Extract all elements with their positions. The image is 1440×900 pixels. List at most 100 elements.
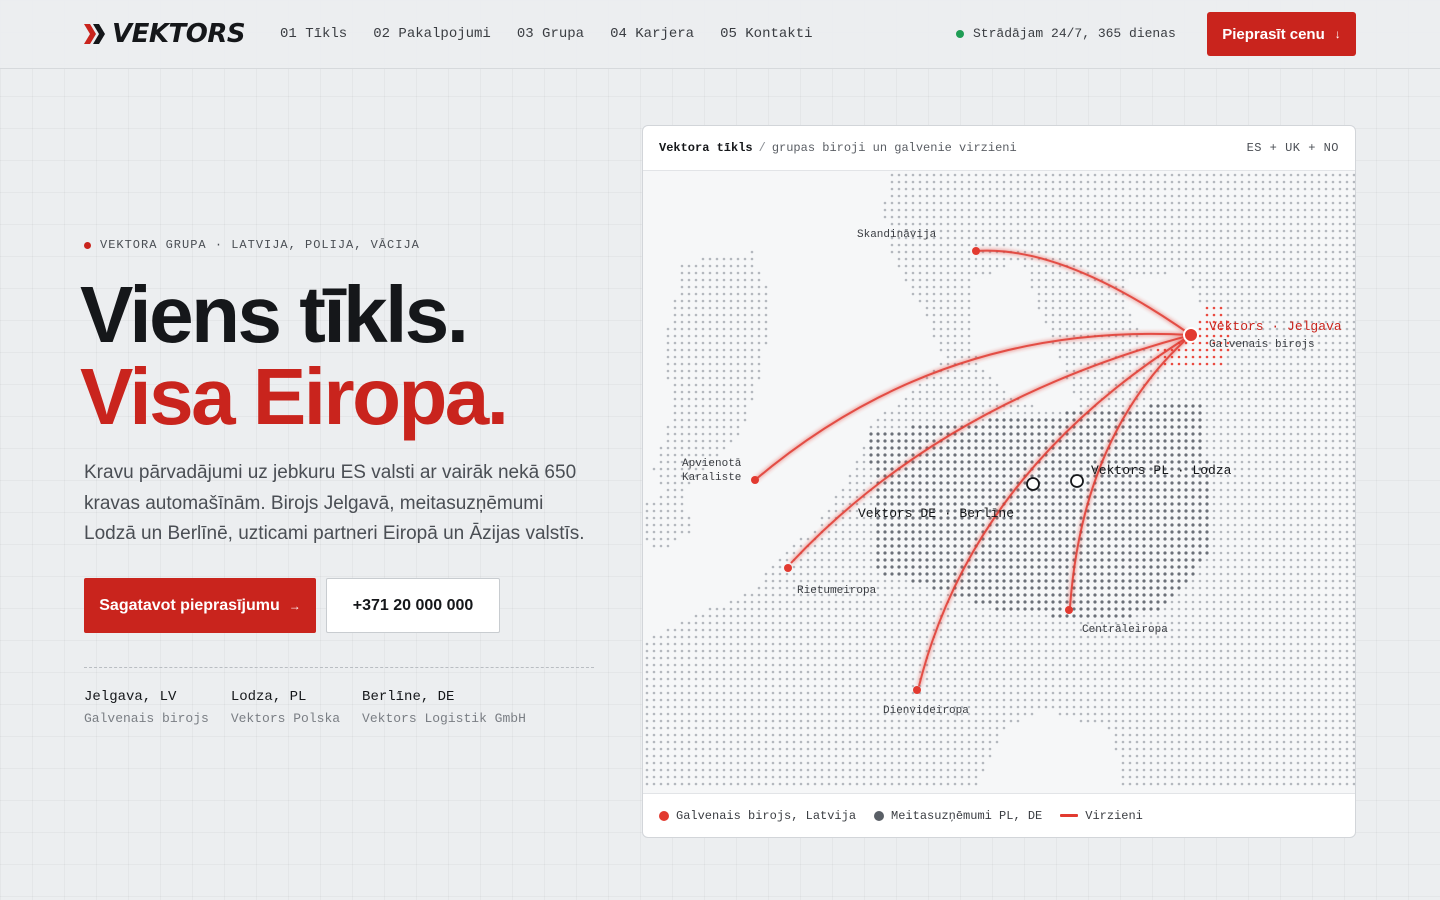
map-dot xyxy=(687,390,691,394)
map-dot xyxy=(1275,572,1279,576)
map-dot xyxy=(701,390,705,394)
map-dot xyxy=(1065,425,1069,429)
phone-button[interactable]: +371 20 000 000 xyxy=(326,578,500,633)
map-dot xyxy=(1177,551,1181,555)
map-dot xyxy=(869,607,873,611)
map-dot xyxy=(946,558,950,562)
map-dot xyxy=(680,621,684,625)
map-dot xyxy=(1128,572,1132,576)
map-dot xyxy=(694,376,698,380)
map-dot xyxy=(1247,264,1251,268)
map-dot xyxy=(953,572,957,576)
map-dot xyxy=(967,544,971,548)
map-dot xyxy=(911,215,915,219)
map-dot xyxy=(925,565,929,569)
map-dot xyxy=(890,565,894,569)
map-dot xyxy=(1156,348,1160,352)
map-dot xyxy=(1261,488,1265,492)
map-dot xyxy=(988,425,992,429)
map-dot xyxy=(743,621,747,625)
map-dot xyxy=(1058,607,1062,611)
map-dot xyxy=(1345,257,1349,261)
map-dot xyxy=(1037,285,1041,289)
map-dot xyxy=(1261,460,1265,464)
map-dot xyxy=(1219,425,1223,429)
map-dot xyxy=(1030,243,1034,247)
map-dot xyxy=(1135,495,1139,499)
map-dot xyxy=(1226,313,1230,317)
map-dot xyxy=(1303,187,1307,191)
map-dot xyxy=(1044,187,1048,191)
map-dot xyxy=(1016,572,1020,576)
map-dot xyxy=(771,635,775,639)
map-dot xyxy=(1009,215,1013,219)
map-dot xyxy=(946,208,950,212)
map-dot xyxy=(687,418,691,422)
map-dot xyxy=(1128,481,1132,485)
map-dot xyxy=(1352,488,1355,492)
map-dot xyxy=(1289,516,1293,520)
map-dot xyxy=(1198,509,1202,513)
request-price-button[interactable]: Pieprasīt cenu ↓ xyxy=(1207,12,1356,56)
map-dot xyxy=(1289,502,1293,506)
map-dot xyxy=(1345,593,1349,597)
map-dot xyxy=(918,467,922,471)
map-dot xyxy=(1184,243,1188,247)
map-dot xyxy=(1016,201,1020,205)
map-dot xyxy=(1198,425,1202,429)
map-dot xyxy=(1212,257,1216,261)
europe-network-map[interactable]: Vektors · Jelgava Galvenais birojs Vekto… xyxy=(643,171,1355,793)
map-dot xyxy=(1261,250,1265,254)
map-dot xyxy=(1177,495,1181,499)
map-dot xyxy=(1261,208,1265,212)
map-dot xyxy=(1247,278,1251,282)
map-dot xyxy=(946,523,950,527)
map-dot xyxy=(1331,439,1335,443)
nav-item-network[interactable]: 01 Tīkls xyxy=(280,25,347,43)
map-dot xyxy=(995,257,999,261)
nav-item-services[interactable]: 02 Pakalpojumi xyxy=(373,25,491,43)
map-dot xyxy=(1198,250,1202,254)
map-dot xyxy=(1296,537,1300,541)
map-dot xyxy=(1275,628,1279,632)
map-dot xyxy=(1135,607,1139,611)
map-dot xyxy=(1352,467,1355,471)
map-dot xyxy=(1212,222,1216,226)
map-dot xyxy=(1086,523,1090,527)
nav-item-careers[interactable]: 04 Karjera xyxy=(610,25,694,43)
map-dot xyxy=(1268,425,1272,429)
map-dot xyxy=(1009,572,1013,576)
map-dot xyxy=(1261,579,1265,583)
map-dot xyxy=(1205,222,1209,226)
map-dot xyxy=(1156,558,1160,562)
map-dot xyxy=(1184,201,1188,205)
map-dot xyxy=(1254,222,1258,226)
map-dot xyxy=(1163,229,1167,233)
map-dot xyxy=(1128,194,1132,198)
map-dot xyxy=(1247,488,1251,492)
map-dot xyxy=(946,257,950,261)
nav-item-contacts[interactable]: 05 Kontakti xyxy=(720,25,812,43)
map-dot xyxy=(890,614,894,618)
map-dot xyxy=(1044,621,1048,625)
map-dot xyxy=(1149,173,1153,177)
brand-logo[interactable]: VEKTORS xyxy=(84,19,246,49)
map-dot xyxy=(1338,341,1342,345)
map-dot xyxy=(953,488,957,492)
map-dot xyxy=(1135,565,1139,569)
map-dot xyxy=(1268,376,1272,380)
map-dot xyxy=(1191,348,1195,352)
map-card-title: Vektora tīkls xyxy=(659,141,753,155)
nav-item-group[interactable]: 03 Grupa xyxy=(517,25,584,43)
map-dot xyxy=(1240,313,1244,317)
map-dot xyxy=(771,600,775,604)
map-dot xyxy=(862,446,866,450)
map-dot xyxy=(1044,201,1048,205)
map-dot xyxy=(995,425,999,429)
prepare-request-button[interactable]: Sagatavot pieprasījumu → xyxy=(84,578,316,633)
map-dot xyxy=(1191,439,1195,443)
map-dot xyxy=(1149,418,1153,422)
map-dot xyxy=(1121,586,1125,590)
map-dot xyxy=(1296,432,1300,436)
map-dot xyxy=(1226,397,1230,401)
